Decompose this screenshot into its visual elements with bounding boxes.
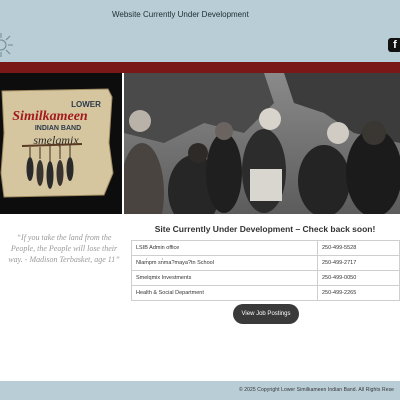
elders-photo-image [124,73,400,214]
band-logo: LOWER Similkameen INDIAN BAND smelqmix [0,73,122,214]
table-row: Nlam̓pm sn̓ma?maya?tn School 250-499-271… [131,255,400,271]
band-logo-panel: LOWER Similkameen INDIAN BAND smelqmix [0,73,122,214]
contact-table: LSIB Admin office 250-499-5528 Nlam̓pm s… [131,240,400,301]
copyright-text: © 2025 Copyright Lower Similkameen India… [239,387,395,393]
site-footer: © 2025 Copyright Lower Similkameen India… [0,381,400,400]
logo-text-indian-band: INDIAN BAND [35,125,81,132]
phone-cell: 250-499-0050 [317,270,400,286]
phone-cell: 250-499-2717 [317,255,400,271]
department-cell: LSIB Admin office [131,240,318,256]
table-row: Smelqmix Investments 250-499-0050 [131,270,400,286]
table-row: LSIB Admin office 250-499-5528 [131,240,400,256]
department-cell: Smelqmix Investments [131,270,318,286]
phone-cell: 250-499-5528 [317,240,400,256]
development-banner-text: Website Currently Under Development [112,10,249,19]
logo-text-lower: LOWER [71,100,101,109]
facebook-icon[interactable]: f [388,38,400,52]
accent-band [0,62,400,73]
elders-photo [124,73,400,214]
logo-text-similkameen: Similkameen [12,109,88,124]
site-header: Website Currently Under Development f [0,0,400,62]
sun-logo-icon [0,33,13,57]
quote-text: “If you take the land from the People, t… [8,233,120,264]
phone-cell: 250-499-2265 [317,285,400,301]
table-row: Health & Social Department 250-499-2265 [131,285,400,301]
view-job-postings-button[interactable]: View Job Postings [233,304,299,324]
department-cell: Health & Social Department [131,285,318,301]
page-headline: Site Currently Under Development – Check… [154,224,376,234]
department-cell: Nlam̓pm sn̓ma?maya?tn School [131,255,318,271]
